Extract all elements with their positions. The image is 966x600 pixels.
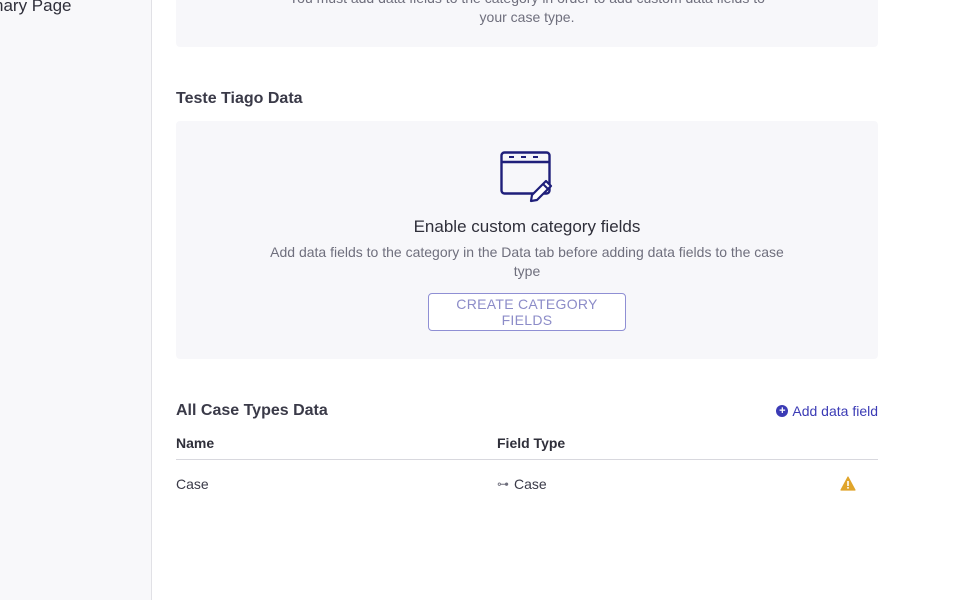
link-icon: ⊶ <box>497 477 509 491</box>
document-edit-icon <box>500 151 553 203</box>
add-data-field-link[interactable]: + Add data field <box>776 403 878 419</box>
empty-state-title: Enable custom category fields <box>413 217 641 236</box>
table-header: Name Field Type <box>176 433 878 460</box>
row-field-type: ⊶ Case <box>497 476 547 492</box>
category-section-title: Teste Tiago Data <box>176 90 303 107</box>
empty-state-card: Enable custom category fields Add data f… <box>176 121 878 359</box>
empty-state-description: Add data fields to the category in the D… <box>270 244 784 279</box>
warning-icon[interactable] <box>840 476 856 491</box>
info-card: You must add data fields to the category… <box>176 0 878 47</box>
row-field-type-label: Case <box>514 476 547 492</box>
column-header-field-type: Field Type <box>497 435 566 451</box>
add-data-field-label: Add data field <box>792 403 878 419</box>
row-name: Case <box>176 476 209 492</box>
create-category-fields-button[interactable]: CREATE CATEGORY FIELDS <box>428 293 626 331</box>
sidebar: nary Page <box>0 0 152 600</box>
table-row[interactable]: Case ⊶ Case <box>176 460 878 508</box>
sidebar-item-summary-page[interactable]: nary Page <box>0 0 72 16</box>
plus-circle-icon: + <box>776 405 789 417</box>
case-types-section-title: All Case Types Data <box>176 402 328 419</box>
info-card-line2: your case type. <box>479 9 575 25</box>
column-header-name: Name <box>176 435 215 451</box>
info-card-line1: You must add data fields to the category… <box>176 0 878 8</box>
